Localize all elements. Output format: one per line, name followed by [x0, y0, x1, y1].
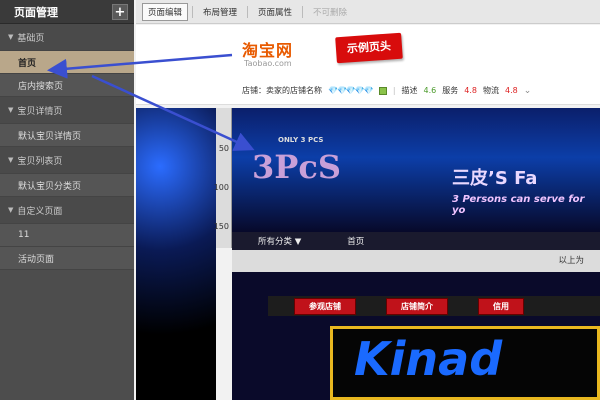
arrow-to-banner [91, 74, 255, 151]
annotation-arrows [47, 53, 255, 151]
arrow-to-home-item [47, 53, 233, 79]
